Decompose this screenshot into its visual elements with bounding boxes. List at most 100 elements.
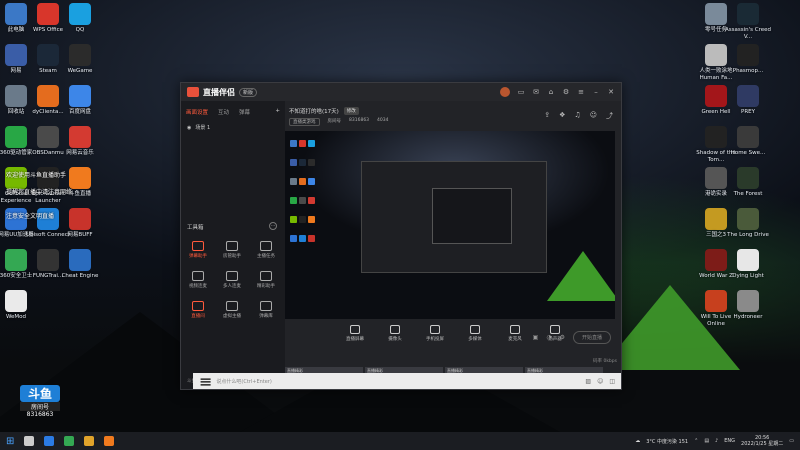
desktop-icon[interactable]: Phasmop... xyxy=(724,44,772,75)
edge-icon[interactable] xyxy=(44,436,55,446)
desktop-icon[interactable]: Home Swe... xyxy=(724,126,772,157)
message-icon[interactable]: ▭ xyxy=(517,88,525,96)
desktop-icon-label: PREY xyxy=(741,109,755,115)
chat-input-bar[interactable]: ≡ 说点什么吧(Ctrl+Enter) ▨ ☺ ◫ xyxy=(193,372,621,391)
tool-label: 视频连麦 xyxy=(189,284,207,289)
live-companion-task-icon[interactable] xyxy=(104,436,115,446)
link-icon[interactable]: ⤴ xyxy=(606,111,613,121)
bitrate-info: 码率 0kbps xyxy=(593,359,617,364)
desktop-icon-label: The Forest xyxy=(733,191,763,197)
tool-button[interactable]: 视频连麦 xyxy=(183,271,213,289)
tools-more-button[interactable]: ··· xyxy=(269,222,277,230)
source-control[interactable]: 直播屏幕 xyxy=(341,325,369,342)
weather-text[interactable]: 3°C 中度污染 151 xyxy=(646,438,688,445)
desktop-icon-label: Assassin's Creed V... xyxy=(725,27,771,40)
tool-label: 弹幕助手 xyxy=(189,254,207,259)
phone-icon xyxy=(430,325,440,334)
desktop-icon[interactable]: The Long Drive xyxy=(724,208,772,239)
desktop-icon[interactable]: 百度网盘 xyxy=(56,85,104,116)
tool-label: 弹幕库 xyxy=(259,314,273,319)
add-scene-button[interactable]: + xyxy=(275,108,280,116)
tool-button[interactable]: 主播任务 xyxy=(251,241,281,259)
close-icon[interactable]: ✕ xyxy=(607,88,615,96)
eye-icon[interactable]: ◉ xyxy=(187,125,191,131)
shirt-icon[interactable]: ⌂ xyxy=(547,88,555,96)
source-control[interactable]: 多媒体 xyxy=(461,325,489,342)
tab-interaction[interactable]: 互动 xyxy=(218,108,229,116)
tool-button[interactable]: 精彩助手 xyxy=(251,271,281,289)
desktop-icon-label: Cheat Engine xyxy=(61,273,99,279)
source-control[interactable]: 摄像头 xyxy=(381,325,409,342)
tray-expand-icon[interactable]: ⌃ xyxy=(694,438,698,444)
bell-icon[interactable]: ♫ xyxy=(574,111,580,121)
language-indicator[interactable]: ENG xyxy=(724,438,735,444)
settings-icon[interactable]: ⚙ xyxy=(562,88,570,96)
mail-icon[interactable]: ✉ xyxy=(532,88,540,96)
start-live-button[interactable]: 开始直播 xyxy=(572,331,611,344)
mic-icon xyxy=(510,325,520,334)
clock[interactable]: 20:56 2022/1/25 星期二 xyxy=(741,435,783,447)
desktop-icon-label: 网易BUFF xyxy=(67,232,93,238)
scene-item[interactable]: ◉ 场景 1 xyxy=(181,121,285,134)
desktop-icon-label: Dying Light xyxy=(732,273,764,279)
tool-button[interactable]: 虚拟主播 xyxy=(217,301,247,319)
record-icon[interactable]: ▣ xyxy=(533,334,539,341)
gift-icon[interactable]: ❖ xyxy=(559,111,565,121)
emoji-icon[interactable]: ☺ xyxy=(597,378,603,385)
desktop-icon[interactable]: WeMod xyxy=(0,290,40,321)
desktop-icon[interactable]: Dying Light xyxy=(724,249,772,280)
tool-button[interactable]: 直播间 xyxy=(183,301,213,319)
room-number: 8316863 xyxy=(349,118,370,123)
volume-icon[interactable]: ♪ xyxy=(715,438,718,444)
notification-icon[interactable]: ▭ xyxy=(789,438,794,444)
source-control[interactable]: 手机投屏 xyxy=(421,325,449,342)
title-bar[interactable]: 直播伴侣 新版 ▭ ✉ ⌂ ⚙ ≡ – ✕ xyxy=(181,83,621,101)
windows-start-icon[interactable]: ⊞ xyxy=(6,436,14,447)
edit-title-button[interactable]: 修改 xyxy=(343,107,359,115)
media-icon xyxy=(470,325,480,334)
tool-button[interactable]: 弹幕助手 xyxy=(183,241,213,259)
stream-watermark: 斗鱼 房间号 8316863 xyxy=(20,385,60,418)
image-icon[interactable]: ▨ xyxy=(585,378,591,385)
gear-icon[interactable]: ⚙ xyxy=(560,334,565,341)
stream-preview[interactable] xyxy=(285,131,615,319)
tab-danmu[interactable]: 弹幕 xyxy=(239,108,250,116)
user-icon[interactable]: ☺ xyxy=(590,111,597,121)
app-icon xyxy=(737,126,759,148)
tab-scene-settings[interactable]: 画面设置 xyxy=(186,108,208,116)
menu-icon[interactable]: ≡ xyxy=(199,372,212,391)
version-badge[interactable]: 新版 xyxy=(239,87,258,97)
desktop-icon[interactable]: PREY xyxy=(724,85,772,116)
app-icon xyxy=(737,85,759,107)
desktop-icon[interactable]: WeGame xyxy=(56,44,104,75)
hide-icon[interactable]: ◫ xyxy=(609,378,615,385)
task-view-icon[interactable] xyxy=(24,436,35,446)
share-icon[interactable]: ⇪ xyxy=(544,111,550,121)
desktop-icon[interactable]: 网易云音乐 xyxy=(56,126,104,157)
tool-button[interactable]: 弹幕库 xyxy=(251,301,281,319)
360-icon[interactable] xyxy=(64,436,75,446)
desktop-icon[interactable]: Assassin's Creed V... xyxy=(724,3,772,40)
desktop-icon[interactable]: Hydroneer xyxy=(724,290,772,321)
app-icon xyxy=(737,3,759,25)
source-control[interactable]: 麦克风 xyxy=(501,325,529,342)
folder-icon[interactable] xyxy=(84,436,95,446)
desktop-icon[interactable]: 网易BUFF xyxy=(56,208,104,239)
network-icon[interactable]: ▤ xyxy=(704,438,709,444)
watermark-brand: 斗鱼 xyxy=(20,385,60,402)
menu-icon[interactable]: ≡ xyxy=(577,88,585,96)
tool-button[interactable]: 多人连麦 xyxy=(217,271,247,289)
category-selector[interactable]: 直播类游戏 xyxy=(289,118,320,126)
tool-button[interactable]: 房管助手 xyxy=(217,241,247,259)
desktop-icon[interactable]: The Forest xyxy=(724,167,772,198)
user-avatar[interactable] xyxy=(500,87,510,97)
app-icon xyxy=(737,44,759,66)
weather-icon[interactable]: ☁ xyxy=(635,438,640,444)
desktop-icon[interactable]: QQ xyxy=(56,3,104,34)
speed-icon[interactable]: ◔ xyxy=(546,334,551,341)
app-icon xyxy=(69,44,91,66)
minimize-icon[interactable]: – xyxy=(592,88,600,96)
preview-tent xyxy=(547,251,615,301)
chat-input[interactable]: 说点什么吧(Ctrl+Enter) xyxy=(216,378,271,385)
desktop-icon[interactable]: Cheat Engine xyxy=(56,249,104,280)
